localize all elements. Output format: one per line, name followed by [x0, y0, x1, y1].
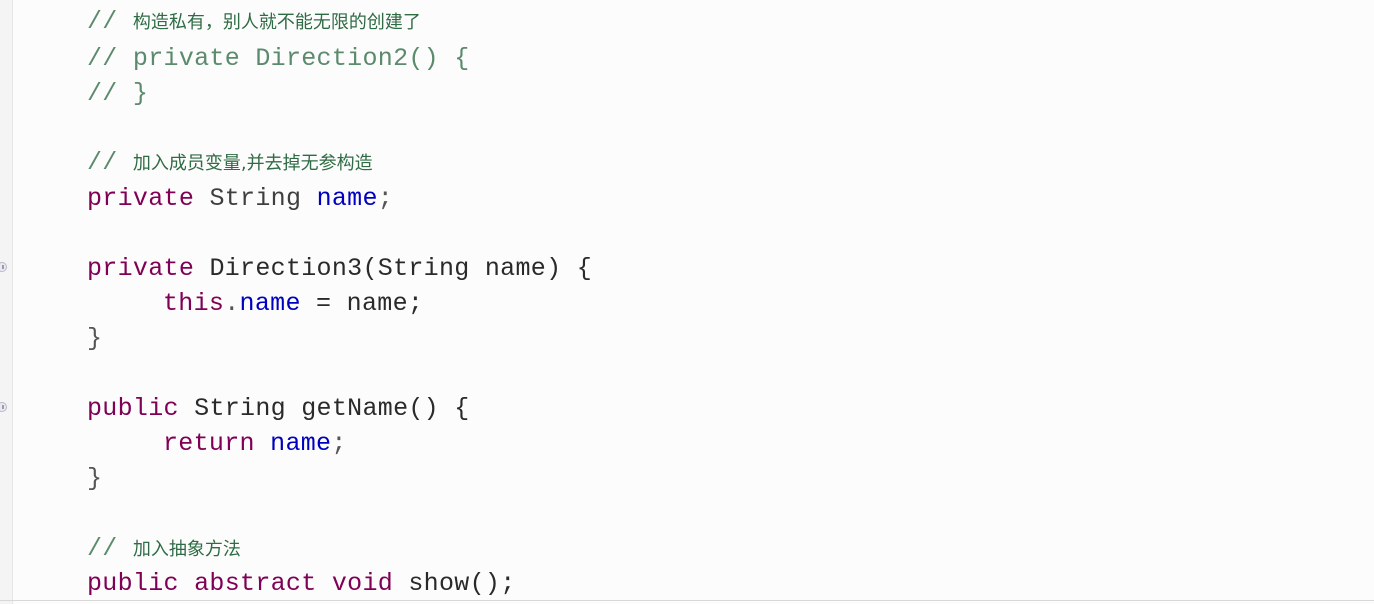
dot: .	[224, 289, 240, 318]
code-text: String getName() {	[194, 394, 470, 423]
code-text: show();	[408, 569, 516, 598]
code-line-field-declaration: private String name;	[87, 183, 393, 215]
code-line-brace: }	[87, 463, 102, 495]
semicolon: ;	[377, 184, 394, 213]
keyword: this	[163, 289, 225, 318]
code-text: Direction3(String name) {	[209, 254, 592, 283]
semicolon: ;	[331, 429, 347, 458]
closing-brace: }	[87, 464, 103, 493]
type-name: String	[209, 184, 302, 213]
code-line-abstract-method: public abstract void show();	[87, 568, 516, 600]
comment-prefix: //	[87, 534, 133, 563]
editor-bottom-divider	[0, 600, 1374, 601]
comment-text: 加入抽象方法	[132, 539, 241, 560]
comment-text: 构造私有，别人就不能无限的创建了	[132, 12, 421, 33]
field-name: name	[270, 429, 332, 458]
fold-collapse-icon[interactable]	[0, 402, 7, 412]
code-line-comment: // 加入成员变量,并去掉无参构造	[87, 147, 373, 179]
code-line-constructor: private Direction3(String name) {	[87, 253, 592, 285]
comment-prefix: //	[87, 79, 133, 108]
code-editor[interactable]: // 构造私有，别人就不能无限的创建了 // private Direction…	[0, 0, 1374, 604]
comment-code: }	[132, 79, 149, 108]
code-line-comment: // 加入抽象方法	[87, 533, 241, 565]
field-name: name	[316, 184, 378, 213]
comment-text: 加入成员变量,并去掉无参构造	[132, 153, 373, 174]
comment-prefix: //	[87, 44, 133, 73]
field-name: name	[239, 289, 301, 318]
editor-gutter	[0, 0, 13, 604]
keyword: private	[87, 254, 195, 283]
code-line-comment: // 构造私有，别人就不能无限的创建了	[87, 6, 421, 38]
comment-prefix: //	[87, 7, 133, 36]
code-line-brace: }	[87, 323, 102, 355]
closing-brace: }	[87, 324, 103, 353]
code-line-assignment: this.name = name;	[163, 288, 423, 320]
code-line-method: public String getName() {	[87, 393, 470, 425]
keyword: public	[87, 394, 179, 423]
keyword: public abstract void	[87, 569, 394, 598]
code-line-comment: // }	[87, 78, 148, 110]
comment-prefix: //	[87, 148, 133, 177]
keyword: private	[87, 184, 195, 213]
comment-code: private Direction2() {	[132, 44, 470, 73]
fold-collapse-icon[interactable]	[0, 262, 7, 272]
code-line-comment: // private Direction2() {	[87, 43, 470, 75]
code-text: = name;	[300, 289, 424, 318]
code-line-return: return name;	[163, 428, 347, 460]
keyword: return	[163, 429, 255, 458]
